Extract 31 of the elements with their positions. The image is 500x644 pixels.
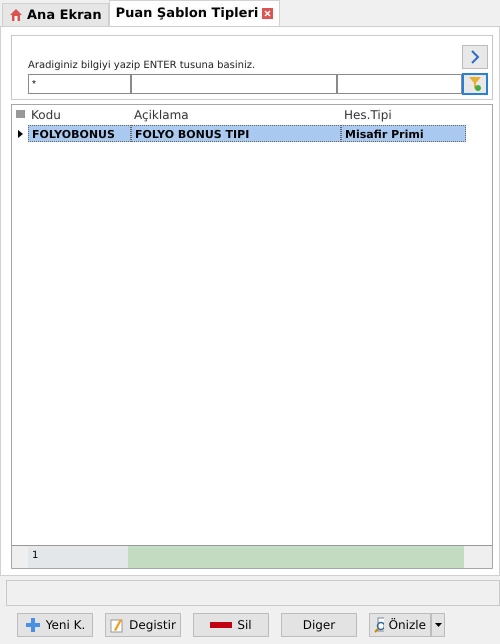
close-icon[interactable] [262,8,274,19]
column-header[interactable]: Hes.Tipi [341,108,466,122]
search-field[interactable]: * [28,74,131,94]
plus-icon [24,617,41,633]
tab[interactable]: Puan Şablon Tipleri [108,0,280,26]
caret-icon [434,623,442,627]
next-button[interactable] [462,44,488,68]
magnifier-icon [374,617,384,633]
search-hint: Aradiginiz bilgiyi yazip ENTER tusuna basiniz. [28,59,256,71]
tab[interactable]: Ana Ekran [2,3,109,26]
home-icon [9,8,23,22]
pencil-icon [110,617,124,633]
search-field[interactable] [131,74,338,94]
action-button[interactable]: Yeni K. [17,613,93,637]
action-button[interactable]: Sil [193,613,269,637]
action-button[interactable]: Önizle [369,613,431,637]
column-header[interactable]: Kodu [28,108,131,122]
column-header[interactable]: Açiklama [131,108,341,122]
table-cell: Misafir Primi [341,125,466,142]
search-field[interactable] [337,74,462,94]
action-button[interactable]: Degistir [105,613,181,637]
dropdown-button[interactable] [431,613,445,637]
action-button[interactable]: Diger [281,613,357,637]
table-cell: FOLYOBONUS [28,125,131,142]
filter-icon [468,76,482,92]
record-count: 1 [28,546,128,568]
columns-icon[interactable] [16,110,24,119]
table-cell: FOLYO BONUS TIPI [131,125,341,142]
minus-icon [210,622,232,628]
filter-button[interactable] [462,73,488,95]
chevron-right-icon [470,50,480,64]
